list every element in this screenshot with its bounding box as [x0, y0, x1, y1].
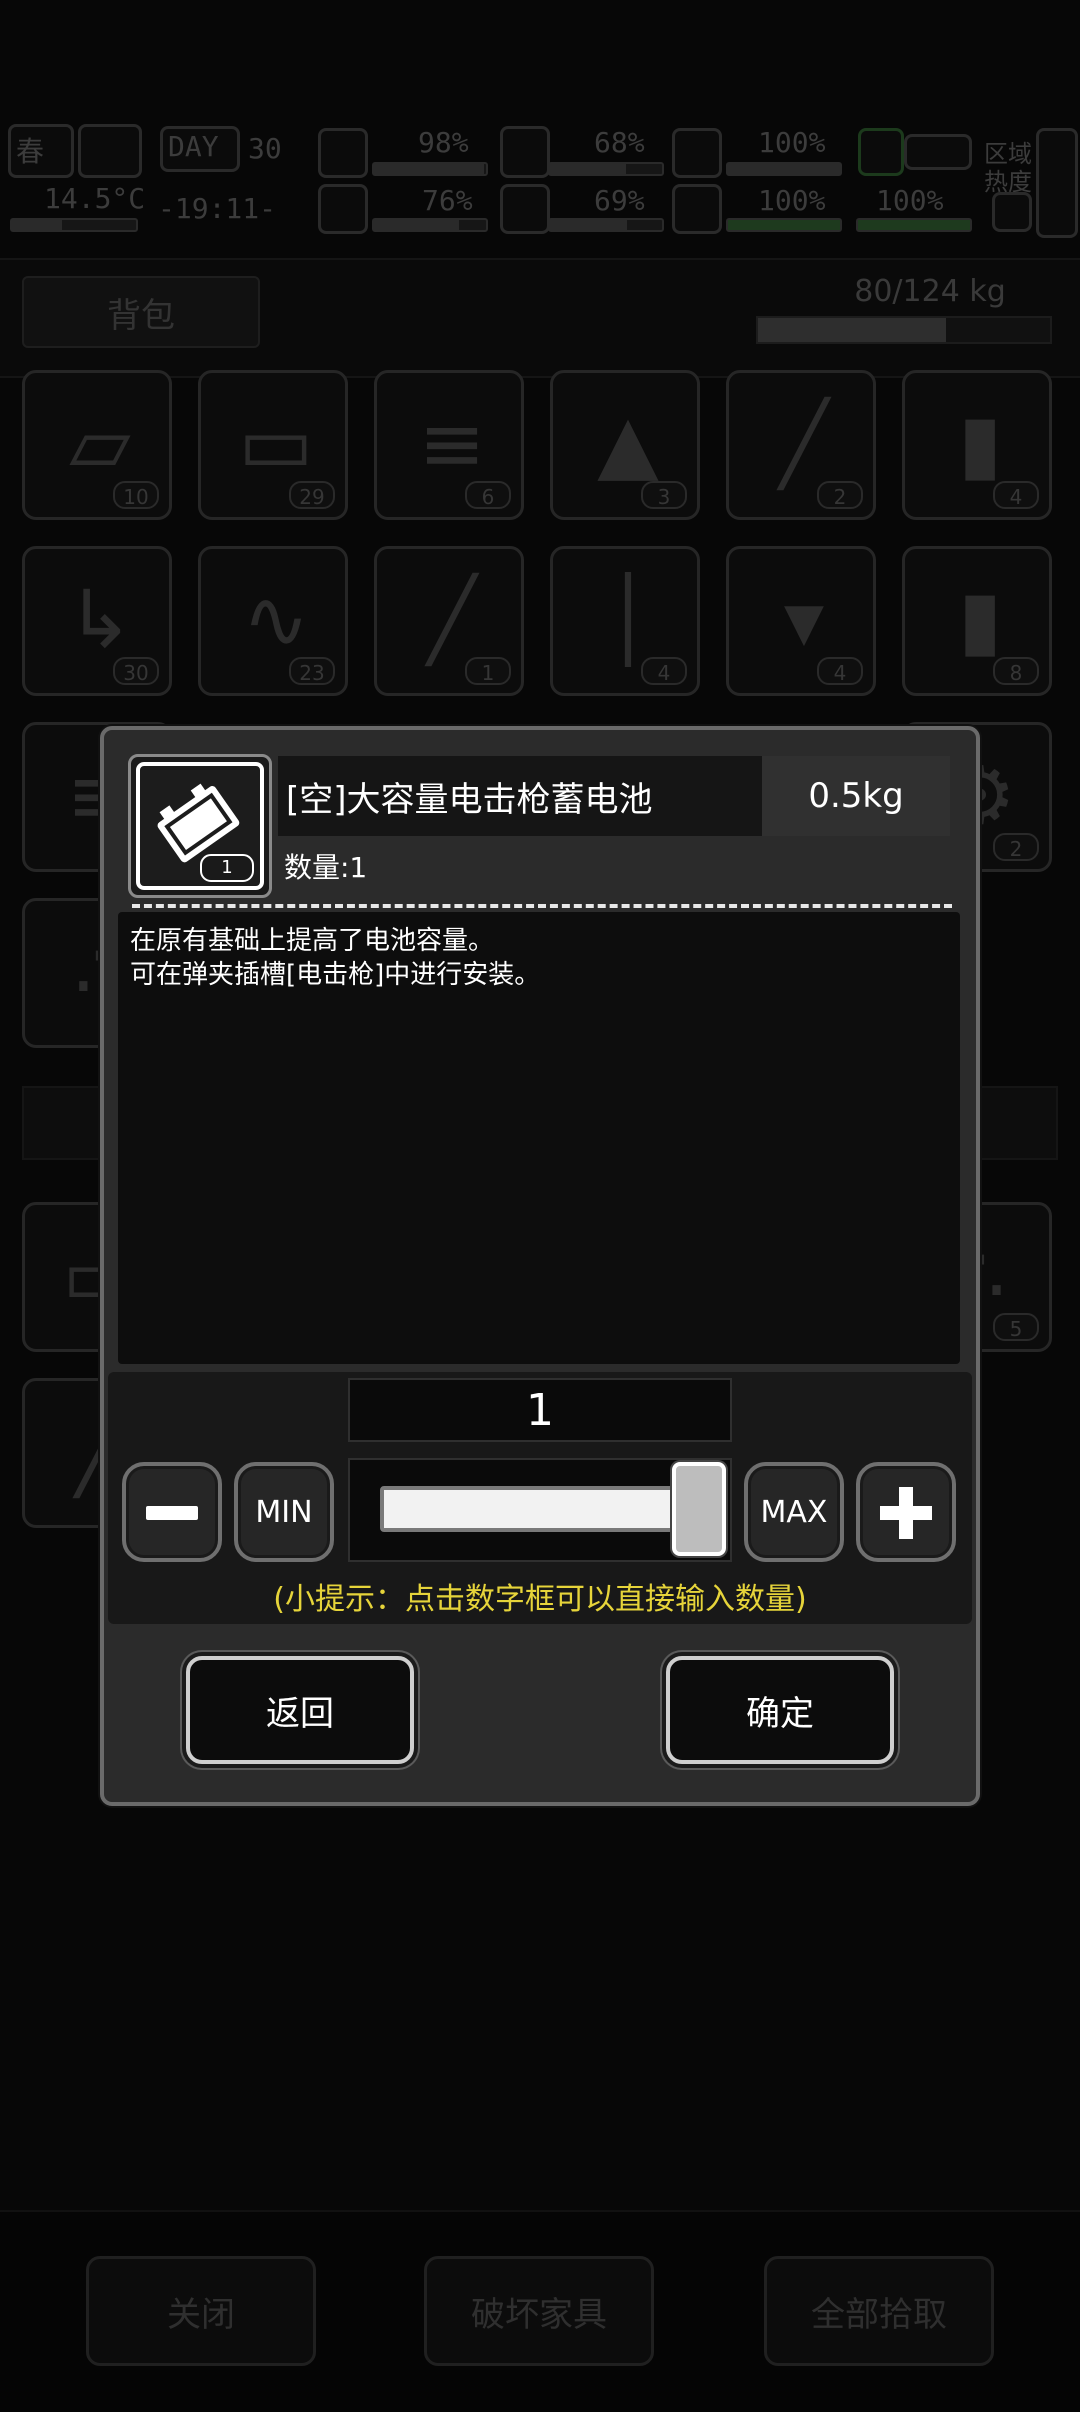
armor-icon — [672, 128, 722, 178]
temperature-readout: 14.5°C — [44, 182, 146, 215]
inventory-slot[interactable]: ▱ 10 — [22, 370, 172, 520]
temperature-bar — [10, 218, 138, 232]
item-weight: 0.5kg — [762, 756, 950, 836]
description-line: 可在弹夹插槽[电击枪]中进行安装。 — [130, 960, 541, 990]
back-button[interactable]: 返回 — [186, 1656, 414, 1764]
pickup-all-button[interactable]: 全部拾取 — [764, 2256, 994, 2366]
inventory-slot[interactable]: ▮ 4 — [902, 370, 1052, 520]
inventory-slot[interactable]: │ 4 — [550, 546, 700, 696]
slot-count: 4 — [817, 657, 863, 685]
bag-weight-bar — [756, 316, 1052, 344]
slot-count: 1 — [465, 657, 511, 685]
inventory-slot[interactable]: ╱ 2 — [726, 370, 876, 520]
item-icon-inner: 1 — [136, 762, 264, 890]
inventory-slot[interactable]: ▭ 29 — [198, 370, 348, 520]
minus-icon — [146, 1506, 198, 1520]
water-drop-icon — [500, 184, 550, 234]
slot-count: 6 — [465, 481, 511, 509]
slot-count: 3 — [641, 481, 687, 509]
health-bar — [372, 162, 488, 176]
destroy-furniture-button[interactable]: 破坏家具 — [424, 2256, 654, 2366]
speaker-icon[interactable] — [992, 192, 1032, 232]
thirst-value: 69% — [594, 184, 645, 217]
armor-bar — [726, 162, 842, 176]
slider-handle[interactable] — [672, 1462, 726, 1556]
bag-weight-label: 80/124 kg — [854, 274, 1006, 309]
boot-icon — [858, 128, 904, 176]
confirm-button[interactable]: 确定 — [666, 1656, 894, 1764]
hunger-value: 68% — [594, 126, 645, 159]
item-icon-count: 1 — [200, 854, 254, 882]
inventory-slot[interactable]: ▮ 8 — [902, 546, 1052, 696]
slot-count: 10 — [113, 481, 159, 509]
day-label: DAY — [168, 130, 219, 163]
mental-value: 76% — [422, 184, 473, 217]
slider-fill — [380, 1486, 678, 1532]
time-readout: -19:11- — [158, 192, 277, 225]
season-label: 春 — [16, 135, 45, 168]
inventory-slot[interactable]: ▲ 3 — [550, 370, 700, 520]
slot-count: 2 — [993, 833, 1039, 861]
heart-bar — [726, 218, 842, 232]
inventory-slot[interactable]: ≡ 6 — [374, 370, 524, 520]
hint-text: (小提示：点击数字框可以直接输入数量) — [273, 1582, 807, 1617]
decrement-button[interactable] — [122, 1462, 222, 1562]
mental-bar — [372, 218, 488, 232]
stomach-icon — [500, 126, 550, 178]
flag-icon — [904, 134, 972, 170]
max-button[interactable]: MAX — [744, 1462, 844, 1562]
status-hud: 春 DAY 30 14.5°C -19:11- 98% 68% 100% 76%… — [0, 118, 1080, 242]
item-icon-frame: 1 — [128, 754, 272, 898]
quantity-number-box[interactable]: 1 — [348, 1378, 732, 1442]
heart-icon — [672, 184, 722, 234]
stamina-bar — [856, 218, 972, 232]
day-value: 30 — [248, 132, 282, 165]
armor-value: 100% — [758, 126, 826, 159]
close-button[interactable]: 关闭 — [86, 2256, 316, 2366]
stamina-value: 100% — [876, 184, 944, 217]
slot-count: 30 — [113, 657, 159, 685]
bag-tab[interactable]: 背包 — [22, 276, 260, 348]
item-name: [空]大容量电击枪蓄电池 — [278, 756, 762, 836]
zone-heat-meter — [1036, 128, 1078, 238]
inventory-slot[interactable]: ▾ 4 — [726, 546, 876, 696]
bag-weight-fill — [758, 318, 947, 342]
min-button[interactable]: MIN — [234, 1462, 334, 1562]
hunger-bar — [548, 162, 664, 176]
dashed-divider — [132, 904, 952, 908]
inventory-slot[interactable]: ╱ 1 — [374, 546, 524, 696]
thirst-bar — [548, 218, 664, 232]
slot-count: 2 — [817, 481, 863, 509]
description-line: 在原有基础上提高了电池容量。 — [130, 926, 495, 956]
slot-count: 5 — [993, 1313, 1039, 1341]
slot-count: 4 — [993, 481, 1039, 509]
slot-count: 4 — [641, 657, 687, 685]
heart-value: 100% — [758, 184, 826, 217]
weather-icon — [78, 124, 142, 178]
slot-count: 8 — [993, 657, 1039, 685]
item-quantity-label: 数量:1 — [284, 851, 368, 884]
inventory-slot[interactable]: ∿ 23 — [198, 546, 348, 696]
increment-button[interactable] — [856, 1462, 956, 1562]
brain-icon — [318, 184, 368, 234]
inventory-slot[interactable]: ↳ 30 — [22, 546, 172, 696]
medkit-icon — [318, 128, 368, 178]
health-value: 98% — [418, 126, 469, 159]
slot-count: 23 — [289, 657, 335, 685]
slot-count: 29 — [289, 481, 335, 509]
